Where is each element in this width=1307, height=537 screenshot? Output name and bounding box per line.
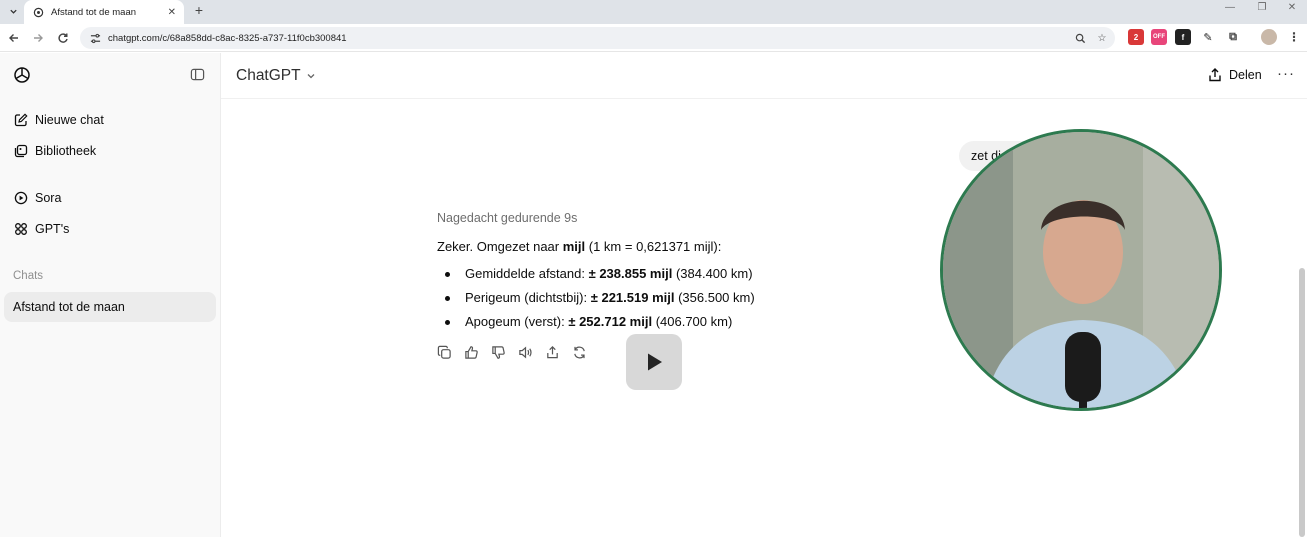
scrollbar[interactable] bbox=[1299, 268, 1305, 537]
edit-icon bbox=[13, 112, 29, 128]
webcam-overlay bbox=[940, 129, 1222, 411]
presenter-video-image bbox=[943, 132, 1219, 408]
sidebar-item-label: Sora bbox=[35, 191, 62, 205]
profile-avatar[interactable] bbox=[1261, 29, 1277, 45]
openai-favicon-icon bbox=[32, 6, 44, 18]
model-name: ChatGPT bbox=[236, 67, 301, 84]
answer-intro-bold: mijl bbox=[562, 239, 586, 254]
close-window-icon[interactable]: ✕ bbox=[1282, 2, 1302, 13]
play-icon bbox=[648, 353, 662, 371]
extension-f-icon[interactable]: f bbox=[1175, 29, 1191, 45]
reload-icon[interactable] bbox=[55, 30, 71, 46]
video-play-button[interactable] bbox=[626, 334, 682, 390]
sidebar-item-label: Nieuwe chat bbox=[35, 113, 104, 127]
more-options-icon[interactable]: ··· bbox=[1277, 65, 1295, 82]
openai-logo-icon[interactable] bbox=[12, 65, 32, 85]
answer-intro-tail: (1 km = 0,621371 mijl): bbox=[585, 239, 722, 254]
answer-intro-text: Zeker. Omgezet naar bbox=[437, 239, 563, 254]
url-text: chatgpt.com/c/68a858dd-c8ac-8325-a737-11… bbox=[108, 32, 347, 44]
extension-off-icon[interactable]: OFF bbox=[1151, 29, 1167, 45]
thumbs-up-icon[interactable] bbox=[464, 343, 491, 361]
sidebar-item-gpts[interactable]: GPT's bbox=[4, 214, 216, 244]
list-item: Gemiddelde afstand: ± 238.855 mijl (384.… bbox=[443, 265, 863, 289]
sidebar-item-new-chat[interactable]: Nieuwe chat bbox=[4, 105, 216, 135]
browser-tab-bar: Afstand tot de maan ✕ + — ❐ ✕ bbox=[0, 0, 1307, 24]
share-response-icon[interactable] bbox=[545, 343, 572, 361]
chat-item-label: Afstand tot de maan bbox=[13, 300, 125, 314]
forward-icon[interactable] bbox=[30, 30, 46, 46]
close-tab-icon[interactable]: ✕ bbox=[168, 7, 176, 18]
message-actions bbox=[437, 343, 599, 361]
answer-list: Gemiddelde afstand: ± 238.855 mijl (384.… bbox=[443, 265, 863, 337]
tab-search-icon[interactable] bbox=[4, 2, 22, 20]
sidebar-item-sora[interactable]: Sora bbox=[4, 183, 216, 213]
site-settings-icon[interactable] bbox=[88, 31, 102, 45]
sidebar-item-library[interactable]: Bibliotheek bbox=[4, 136, 216, 166]
read-aloud-icon[interactable] bbox=[518, 343, 545, 361]
library-icon bbox=[13, 143, 29, 159]
regenerate-icon[interactable] bbox=[572, 343, 599, 361]
tab-title: Afstand tot de maan bbox=[51, 6, 137, 18]
answer-intro: Zeker. Omgezet naar mijl (1 km = 0,62137… bbox=[437, 239, 721, 254]
play-circle-icon bbox=[13, 190, 29, 206]
sidebar-item-label: Bibliotheek bbox=[35, 144, 97, 158]
sidebar: Nieuwe chat Bibliotheek Sora GPT's Chats… bbox=[0, 53, 221, 537]
new-tab-icon[interactable]: + bbox=[190, 1, 208, 19]
browser-menu-icon[interactable]: ⋮ bbox=[1286, 29, 1302, 45]
share-label: Delen bbox=[1229, 68, 1262, 82]
sidebar-item-label: GPT's bbox=[35, 222, 70, 236]
minimize-icon[interactable]: — bbox=[1220, 2, 1240, 13]
url-field[interactable]: chatgpt.com/c/68a858dd-c8ac-8325-a737-11… bbox=[80, 27, 1115, 49]
sidebar-chat-item[interactable]: Afstand tot de maan bbox=[4, 292, 216, 322]
chats-section-heading: Chats bbox=[13, 270, 44, 282]
share-button[interactable]: Delen bbox=[1207, 67, 1262, 83]
grid-icon bbox=[13, 221, 29, 237]
thumbs-down-icon[interactable] bbox=[491, 343, 518, 361]
main-header: ChatGPT Delen ··· bbox=[221, 53, 1307, 99]
pen-extension-icon[interactable]: ✎ bbox=[1200, 29, 1216, 45]
bookmark-star-icon[interactable]: ☆ bbox=[1093, 29, 1111, 47]
extensions-puzzle-icon[interactable]: ⧉ bbox=[1225, 29, 1241, 45]
chevron-down-icon bbox=[307, 74, 315, 79]
zoom-icon[interactable] bbox=[1071, 29, 1089, 47]
restore-icon[interactable]: ❐ bbox=[1252, 2, 1272, 13]
share-icon bbox=[1209, 68, 1221, 82]
model-selector[interactable]: ChatGPT bbox=[236, 67, 316, 85]
back-icon[interactable] bbox=[6, 30, 22, 46]
main-content: ChatGPT Delen ··· zet di Nagedacht gedur… bbox=[221, 53, 1307, 537]
list-item: Perigeum (dichtstbij): ± 221.519 mijl (3… bbox=[443, 289, 863, 313]
thought-duration[interactable]: Nagedacht gedurende 9s bbox=[437, 211, 577, 225]
copy-icon[interactable] bbox=[437, 343, 464, 361]
address-bar: chatgpt.com/c/68a858dd-c8ac-8325-a737-11… bbox=[0, 24, 1307, 52]
extension-badge-icon[interactable]: 2 bbox=[1128, 29, 1144, 45]
browser-tab[interactable]: Afstand tot de maan ✕ bbox=[24, 0, 184, 24]
sidebar-toggle-icon[interactable] bbox=[190, 67, 206, 83]
